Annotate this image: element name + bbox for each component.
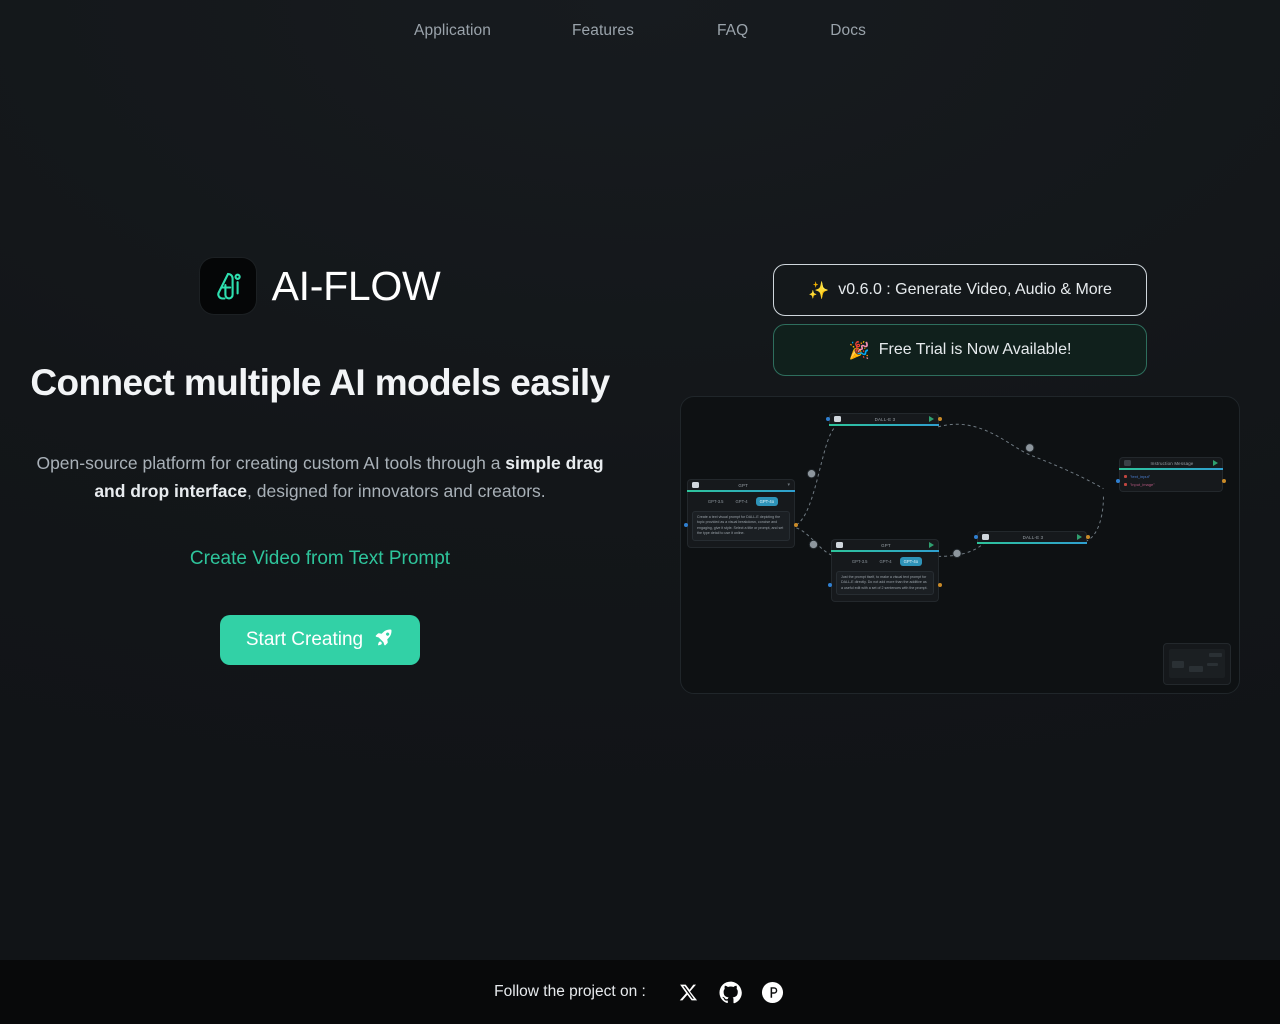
free-trial-badge[interactable]: 🎉 Free Trial is Now Available! bbox=[773, 324, 1147, 376]
input-port[interactable] bbox=[684, 523, 688, 527]
minimap-node bbox=[1172, 661, 1184, 668]
github-icon[interactable] bbox=[718, 979, 744, 1005]
node-body: GPT-3.5 GPT-4 GPT-4o Just the prompt its… bbox=[831, 551, 939, 603]
node-accent-bar bbox=[829, 424, 939, 426]
node-title: GPT bbox=[881, 542, 891, 548]
ai-flow-monogram-icon bbox=[199, 258, 256, 314]
version-badge-label: v0.6.0 : Generate Video, Audio & More bbox=[838, 281, 1112, 298]
merge-icon bbox=[1124, 460, 1131, 466]
footer-label: Follow the project on : bbox=[494, 983, 646, 1000]
flow-node-gpt-bottom[interactable]: GPT GPT-3.5 GPT-4 GPT-4o Just the prompt… bbox=[828, 539, 942, 603]
version-badge[interactable]: ✨ v0.6.0 : Generate Video, Audio & More bbox=[773, 264, 1147, 316]
node-header: DALL-E 3 bbox=[829, 413, 939, 424]
announcement-badges: ✨ v0.6.0 : Generate Video, Audio & More … bbox=[773, 264, 1147, 376]
minimap-node bbox=[1209, 653, 1222, 657]
input-port[interactable] bbox=[826, 417, 830, 421]
input-port[interactable] bbox=[974, 535, 978, 539]
list-item-label: "text_input" bbox=[1130, 473, 1151, 479]
node-title: DALL-E 3 bbox=[1022, 534, 1044, 540]
node-title: DALL-E 3 bbox=[874, 416, 896, 422]
model-chip-group: GPT-3.5 GPT-4 GPT-4o bbox=[848, 556, 923, 566]
list-item[interactable]: "text_input" bbox=[1124, 474, 1218, 479]
run-icon[interactable] bbox=[929, 416, 934, 422]
free-trial-badge-label: Free Trial is Now Available! bbox=[878, 341, 1072, 358]
input-port[interactable] bbox=[1116, 479, 1120, 483]
image-icon bbox=[982, 534, 989, 540]
output-port[interactable] bbox=[938, 417, 942, 421]
x-twitter-icon[interactable] bbox=[676, 979, 702, 1005]
brand-lockup: AI-FLOW bbox=[199, 258, 441, 314]
sparkles-icon: ✨ bbox=[808, 280, 830, 300]
party-popper-icon: 🎉 bbox=[848, 340, 870, 360]
output-port[interactable] bbox=[938, 583, 942, 587]
run-icon[interactable] bbox=[929, 542, 934, 548]
node-header: GPT ▾ bbox=[687, 479, 795, 490]
rocket-icon bbox=[374, 627, 394, 653]
prompt-textarea[interactable]: Create a text visual prompt for DALL-E d… bbox=[692, 510, 790, 541]
remove-icon[interactable] bbox=[1124, 482, 1127, 486]
model-chip[interactable]: GPT-4 bbox=[732, 497, 752, 506]
product-hunt-icon[interactable] bbox=[760, 979, 786, 1005]
flow-preview-panel[interactable]: DALL-E 3 GPT ▾ GPT-3.5 GPT-4 GPT-4o Crea… bbox=[680, 396, 1240, 694]
nav-item-features[interactable]: Features bbox=[562, 16, 644, 46]
landing-page: Application Features FAQ Docs AI-FLOW Co… bbox=[0, 0, 1280, 1024]
prompt-textarea[interactable]: Just the prompt itself, to make a visual… bbox=[836, 570, 934, 596]
robot-icon bbox=[692, 482, 699, 488]
start-creating-button[interactable]: Start Creating bbox=[219, 614, 421, 665]
subtitle-text-start: Open-source platform for creating custom… bbox=[36, 453, 506, 473]
minimap-node bbox=[1207, 663, 1218, 666]
output-port[interactable] bbox=[1222, 479, 1226, 483]
remove-icon[interactable] bbox=[1124, 474, 1127, 478]
nav-item-application[interactable]: Application bbox=[404, 16, 501, 46]
minimap-node bbox=[1189, 666, 1203, 672]
flow-node-instruction-message[interactable]: Instruction Message "text_input" "input_… bbox=[1116, 457, 1226, 492]
model-chip[interactable]: GPT-3.5 bbox=[848, 557, 872, 566]
node-header: DALL-E 3 bbox=[977, 531, 1087, 542]
create-video-link[interactable]: Create Video from Text Prompt bbox=[190, 548, 450, 570]
node-header: GPT bbox=[831, 539, 939, 550]
subtitle-text-end: , designed for innovators and creators. bbox=[247, 481, 546, 502]
flow-node-dalle-mid[interactable]: DALL-E 3 bbox=[974, 531, 1090, 544]
chevron-down-icon[interactable]: ▾ bbox=[787, 482, 790, 488]
nav-item-faq[interactable]: FAQ bbox=[707, 16, 758, 46]
site-footer: Follow the project on : bbox=[0, 960, 1280, 1024]
node-body: "text_input" "input_image" bbox=[1119, 469, 1223, 492]
flow-minimap[interactable] bbox=[1163, 643, 1231, 685]
output-port[interactable] bbox=[1086, 535, 1090, 539]
flow-node-dalle-top[interactable]: DALL-E 3 bbox=[826, 413, 942, 426]
nav-item-docs[interactable]: Docs bbox=[820, 16, 876, 46]
run-icon[interactable] bbox=[1213, 460, 1218, 466]
model-chip[interactable]: GPT-4 bbox=[876, 557, 896, 566]
node-title: Instruction Message bbox=[1150, 460, 1194, 466]
node-accent-bar bbox=[977, 542, 1087, 544]
robot-icon bbox=[836, 542, 843, 548]
hero-subtitle: Open-source platform for creating custom… bbox=[20, 449, 620, 506]
list-item[interactable]: "input_image" bbox=[1124, 482, 1218, 487]
page-title: Connect multiple AI models easily bbox=[30, 362, 610, 403]
brand-name: AI-FLOW bbox=[271, 262, 441, 309]
model-chip-group: GPT-3.5 GPT-4 GPT-4o bbox=[704, 496, 779, 506]
model-chip-active[interactable]: GPT-4o bbox=[899, 556, 923, 566]
image-icon bbox=[834, 416, 841, 422]
run-icon[interactable] bbox=[1077, 534, 1082, 540]
model-chip-active[interactable]: GPT-4o bbox=[755, 496, 779, 506]
node-header: Instruction Message bbox=[1119, 457, 1223, 468]
model-chip[interactable]: GPT-3.5 bbox=[704, 497, 728, 506]
node-title: GPT bbox=[738, 482, 749, 488]
minimap-viewport bbox=[1169, 649, 1225, 678]
input-port[interactable] bbox=[828, 583, 832, 587]
node-body: GPT-3.5 GPT-4 GPT-4o Create a text visua… bbox=[687, 491, 795, 548]
flow-node-gpt-left[interactable]: GPT ▾ GPT-3.5 GPT-4 GPT-4o Create a text… bbox=[684, 479, 798, 548]
top-navigation: Application Features FAQ Docs bbox=[0, 0, 1280, 62]
output-port[interactable] bbox=[794, 523, 798, 527]
start-creating-label: Start Creating bbox=[245, 628, 364, 650]
list-item-label: "input_image" bbox=[1130, 481, 1155, 487]
hero-left-column: AI-FLOW Connect multiple AI models easil… bbox=[0, 258, 640, 665]
